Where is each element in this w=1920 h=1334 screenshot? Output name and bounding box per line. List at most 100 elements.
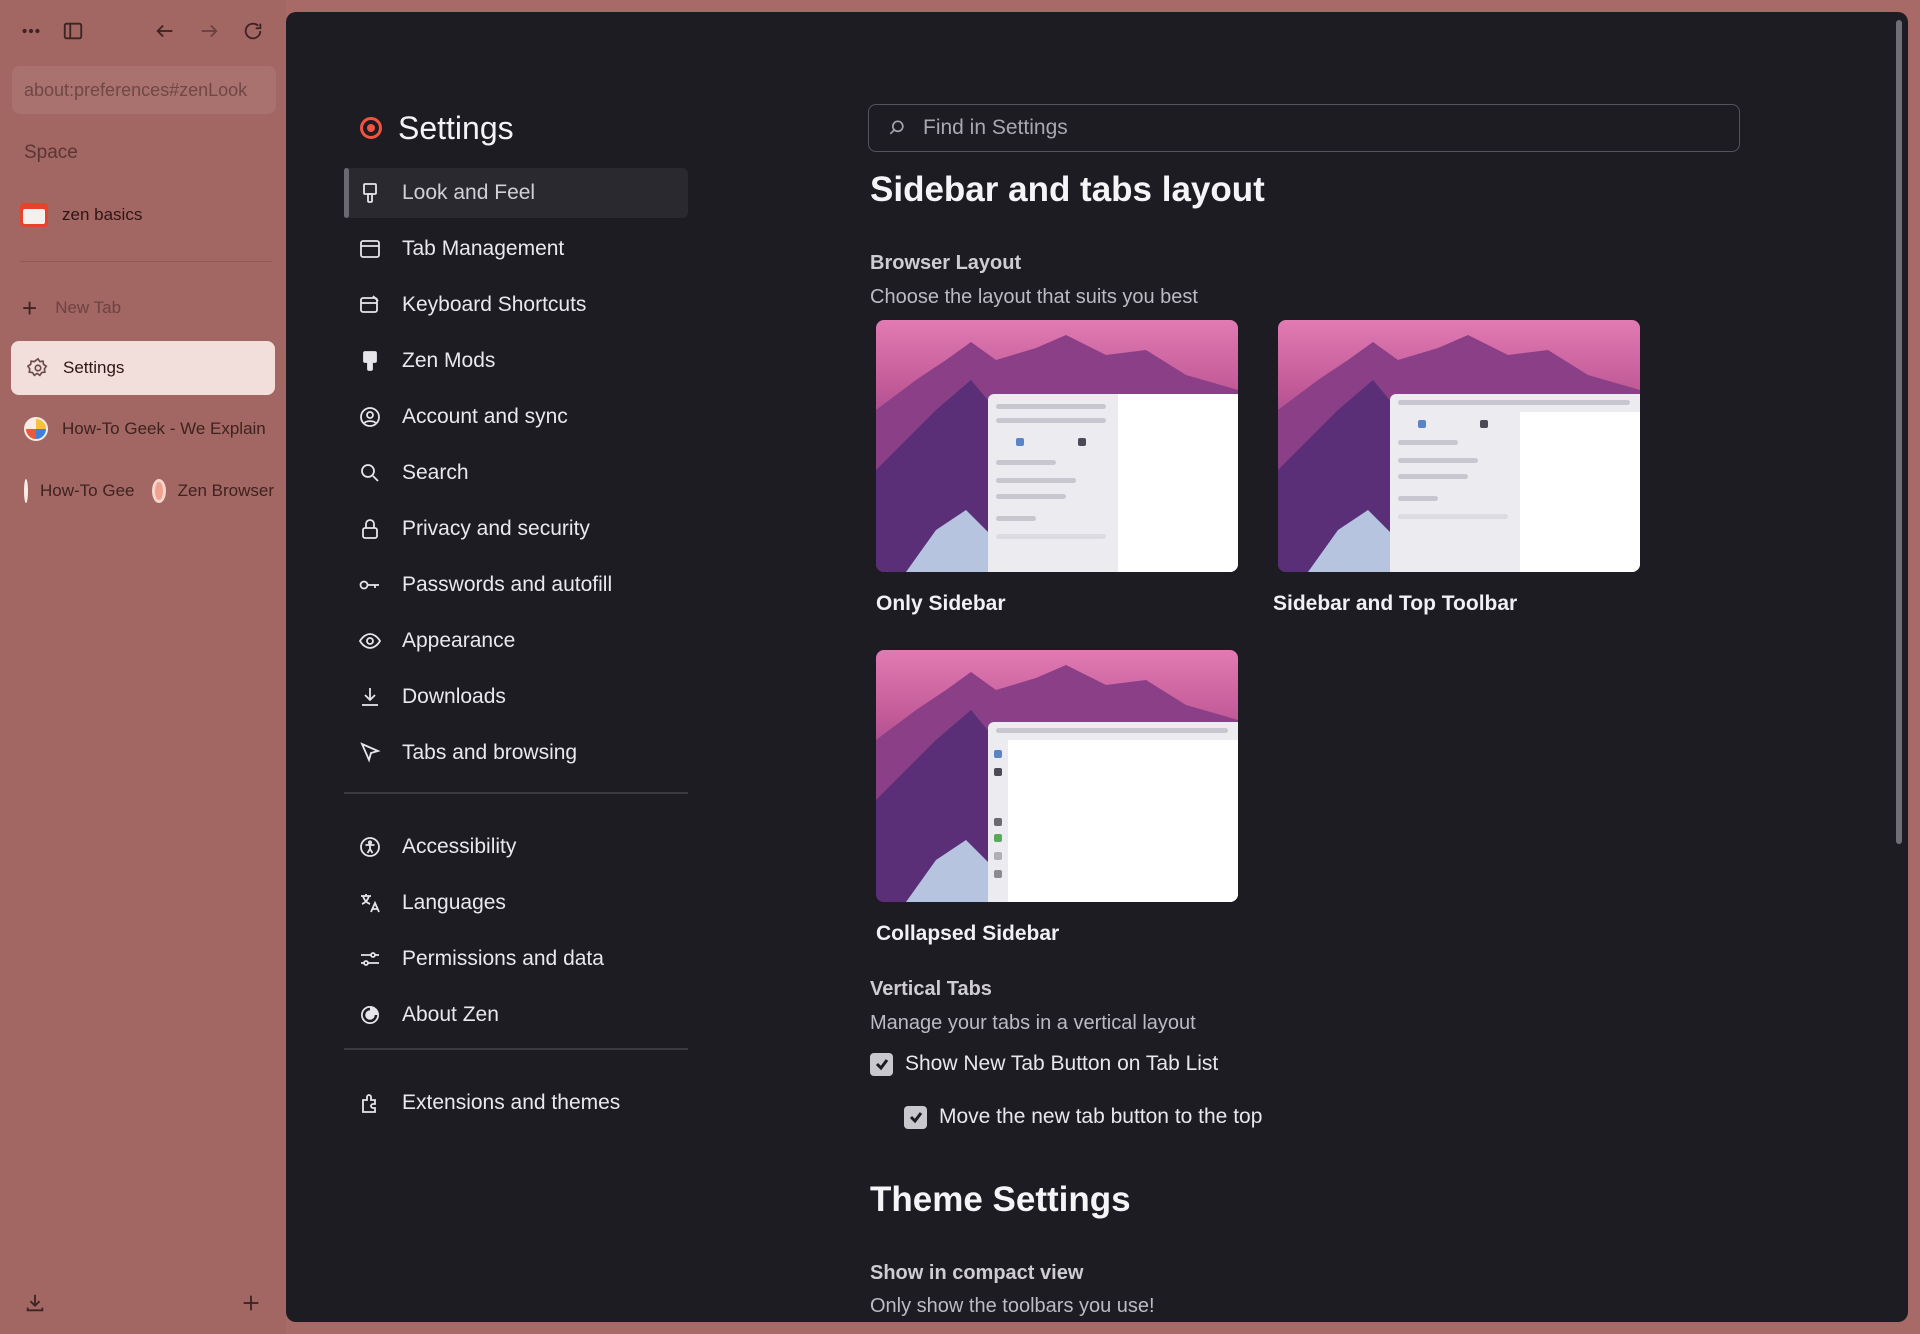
layout-option-collapsed-sidebar[interactable]: Collapsed Sidebar — [876, 650, 1238, 946]
tab-label: How-To Geek - We Explain — [62, 419, 266, 438]
nav-item-privacy-and-security[interactable]: Privacy and security — [344, 504, 688, 554]
more-options-icon[interactable] — [14, 14, 48, 48]
nav-item-accessibility[interactable]: Accessibility — [344, 822, 688, 872]
nav-item-downloads[interactable]: Downloads — [344, 672, 688, 722]
page-title: Settings — [398, 109, 514, 146]
settings-search[interactable] — [868, 104, 1740, 152]
vertical-tabs-description: Manage your tabs in a vertical layout — [870, 1012, 1196, 1034]
nav-item-tab-management[interactable]: Tab Management — [344, 224, 688, 274]
url-bar[interactable]: about:preferences#zenLook — [12, 66, 276, 114]
tab-label: Settings — [63, 358, 125, 377]
checkmark-icon — [909, 1112, 922, 1124]
browser-layout-heading: Browser Layout — [870, 252, 1022, 274]
move-new-tab-top-checkbox[interactable]: Move the new tab button to the top — [904, 1105, 1262, 1129]
howtogeek-favicon-icon — [24, 479, 28, 503]
checkbox-checked[interactable] — [904, 1105, 927, 1129]
layout-option-sidebar-and-top-toolbar[interactable]: Sidebar and Top Toolbar — [1273, 320, 1640, 616]
nav-item-label: Languages — [402, 891, 506, 914]
search-icon — [889, 120, 904, 135]
nav-item-label: Keyboard Shortcuts — [402, 293, 587, 316]
nav-item-label: About Zen — [402, 1003, 499, 1026]
tab-settings[interactable]: Settings — [11, 341, 275, 395]
layout-option-only-sidebar[interactable]: Only Sidebar — [876, 320, 1238, 616]
compact-view-heading: Show in compact view — [870, 1262, 1084, 1284]
workspace-folder[interactable]: zen basics — [20, 199, 142, 231]
zen-logo-icon — [358, 1003, 382, 1027]
browser-sidebar: about:preferences#zenLook Space zen basi… — [0, 0, 286, 1334]
howtogeek-favicon-icon — [24, 417, 48, 441]
nav-item-label: Privacy and security — [402, 517, 590, 540]
layout-preview-image — [1278, 320, 1640, 572]
nav-item-keyboard-shortcuts[interactable]: Keyboard Shortcuts — [344, 280, 688, 330]
nav-item-label: Zen Mods — [402, 349, 496, 372]
window-icon — [358, 237, 382, 261]
sliders-icon — [358, 947, 382, 971]
add-workspace-icon[interactable] — [234, 1286, 268, 1320]
gear-icon — [27, 357, 48, 377]
layout-option-label: Only Sidebar — [876, 592, 1006, 615]
section-title: Sidebar and tabs layout — [870, 170, 1265, 209]
cursor-icon — [358, 741, 382, 765]
nav-item-account-and-sync[interactable]: Account and sync — [344, 392, 688, 442]
layout-option-label: Sidebar and Top Toolbar — [1273, 592, 1518, 615]
space-label: Space — [24, 142, 78, 163]
scrollbar[interactable] — [1896, 20, 1902, 844]
nav-item-label: Search — [402, 461, 469, 484]
nav-item-search[interactable]: Search — [344, 448, 688, 498]
puzzle-icon — [358, 1091, 382, 1115]
sidebar-divider — [20, 261, 272, 262]
nav-item-about-zen[interactable]: About Zen — [344, 990, 688, 1040]
zen-favicon-icon — [152, 479, 166, 503]
tab-howtogeek[interactable]: How-To Geek - We Explain — [24, 413, 274, 445]
tab-howtogeek-split[interactable]: How-To Geek — [24, 475, 134, 507]
split-tab-group: How-To Geek Zen Browser — [24, 475, 274, 507]
browser-layout-description: Choose the layout that suits you best — [870, 286, 1198, 308]
checkbox-checked[interactable] — [870, 1052, 893, 1076]
back-arrow-icon[interactable] — [148, 14, 182, 48]
nav-item-extensions-and-themes[interactable]: Extensions and themes — [344, 1078, 688, 1128]
tab-label: Zen Browser — [177, 481, 274, 500]
new-tab-button[interactable]: + New Tab — [22, 292, 121, 324]
nav-item-label: Passwords and autofill — [402, 573, 613, 596]
layout-preview-image — [876, 650, 1238, 902]
nav-item-appearance[interactable]: Appearance — [344, 616, 688, 666]
layout-preview-image — [876, 320, 1238, 572]
nav-item-label: Permissions and data — [402, 947, 604, 970]
nav-item-zen-mods[interactable]: Zen Mods — [344, 336, 688, 386]
nav-item-languages[interactable]: Languages — [344, 878, 688, 928]
checkbox-label: Move the new tab button to the top — [939, 1105, 1263, 1128]
download-icon — [358, 685, 382, 709]
downloads-icon[interactable] — [18, 1286, 52, 1320]
eye-icon — [358, 629, 382, 653]
translate-icon — [358, 891, 382, 915]
nav-item-permissions-and-data[interactable]: Permissions and data — [344, 934, 688, 984]
key-icon — [358, 573, 382, 597]
nav-item-tabs-and-browsing[interactable]: Tabs and browsing — [344, 728, 688, 778]
new-tab-label: New Tab — [55, 298, 122, 317]
folder-icon — [20, 203, 48, 227]
plus-icon: + — [22, 293, 38, 323]
nav-divider — [344, 792, 688, 794]
compact-view-description: Only show the toolbars you use! — [870, 1295, 1155, 1317]
checkmark-icon — [875, 1059, 888, 1071]
nav-item-label: Tabs and browsing — [402, 741, 578, 764]
lock-icon — [358, 517, 382, 541]
settings-page: Settings Look and Feel Tab Management Ke… — [286, 12, 1908, 1322]
vertical-tabs-heading: Vertical Tabs — [870, 978, 992, 1000]
reload-icon[interactable] — [236, 14, 270, 48]
checkbox-label: Show New Tab Button on Tab List — [905, 1052, 1219, 1075]
nav-item-label: Account and sync — [402, 405, 568, 428]
nav-divider — [344, 1048, 688, 1050]
toggle-sidebar-icon[interactable] — [56, 14, 90, 48]
sidebar-bottom-bar — [18, 1286, 268, 1320]
tab-zen-browser[interactable]: Zen Browser — [152, 475, 274, 507]
zen-logo-icon — [360, 117, 382, 139]
forward-arrow-icon[interactable] — [192, 14, 226, 48]
search-input[interactable] — [923, 116, 1703, 140]
show-new-tab-button-checkbox[interactable]: Show New Tab Button on Tab List — [870, 1052, 1218, 1076]
nav-item-passwords-and-autofill[interactable]: Passwords and autofill — [344, 560, 688, 610]
nav-item-look-and-feel[interactable]: Look and Feel — [344, 168, 688, 218]
workspace-name: zen basics — [62, 205, 143, 224]
settings-header: Settings — [360, 107, 514, 149]
keyboard-edit-icon — [358, 293, 382, 317]
